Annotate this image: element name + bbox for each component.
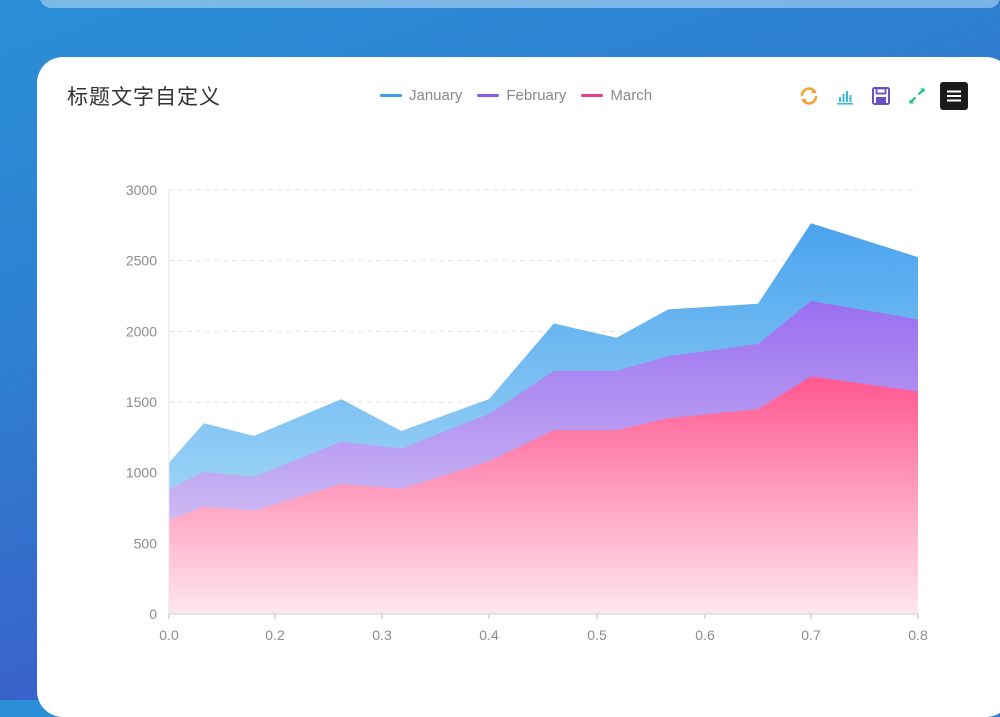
series-areas	[169, 223, 918, 615]
x-tick-label: 0.4	[479, 627, 499, 643]
x-tick-label: 0.5	[587, 627, 607, 643]
x-tick-label: 0.6	[695, 627, 715, 643]
y-tick-label: 2000	[126, 323, 157, 339]
x-tick-label: 0.3	[372, 627, 392, 643]
x-tick-label: 0.2	[265, 627, 285, 643]
x-tick-label: 0.0	[159, 627, 179, 643]
x-tick-label: 0.7	[801, 627, 821, 643]
y-tick-label: 1500	[126, 394, 157, 410]
y-tick-label: 0	[149, 606, 157, 622]
y-tick-label: 3000	[126, 182, 157, 198]
y-tick-label: 2500	[126, 253, 157, 269]
area-chart: 0 500 1000 1500 2000 2500 3000 0.0 0.2 0.3 0.4 0.5 0…	[126, 182, 928, 643]
x-tick-label: 0.8	[908, 627, 928, 643]
y-tick-label: 500	[134, 535, 158, 551]
y-tick-label: 1000	[126, 465, 157, 481]
